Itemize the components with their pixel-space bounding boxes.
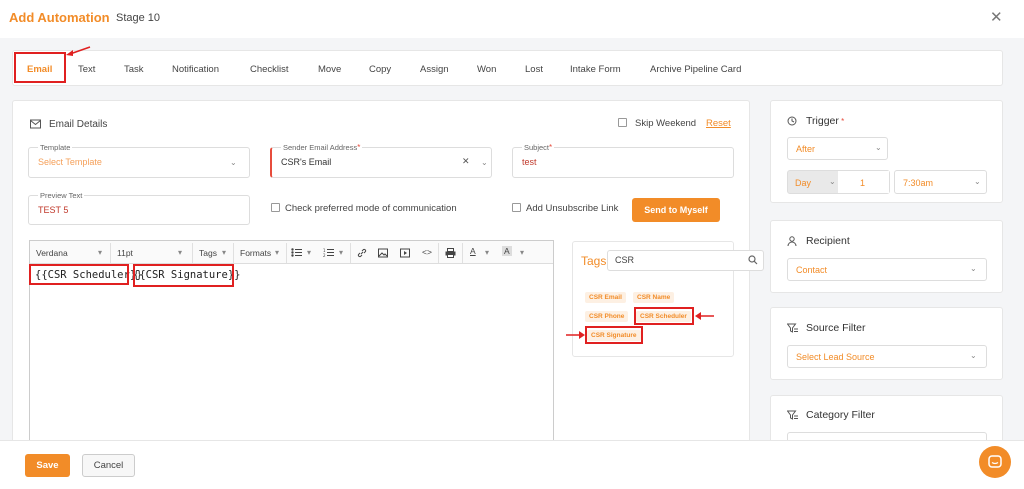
chevron-down-icon: ⌄	[829, 177, 836, 186]
chevron-down-icon: ⌄	[970, 264, 977, 273]
tab-assign[interactable]: Assign	[420, 64, 449, 75]
chat-launcher-button[interactable]	[979, 446, 1011, 478]
cancel-button[interactable]: Cancel	[82, 454, 135, 477]
filter-icon	[787, 323, 798, 333]
svg-text:2: 2	[323, 253, 326, 257]
tab-notification[interactable]: Notification	[172, 64, 219, 75]
chevron-down-icon: ▾	[178, 248, 183, 257]
template-label: Template	[38, 143, 73, 152]
chevron-down-icon: ▾	[222, 248, 227, 257]
send-to-myself-button[interactable]: Send to Myself	[632, 198, 720, 222]
background-color-icon[interactable]: A	[502, 246, 512, 256]
annotation-arrow-icon	[66, 46, 91, 56]
tab-checklist[interactable]: Checklist	[250, 64, 289, 75]
text-color-icon[interactable]: A	[470, 246, 476, 256]
skip-weekend-checkbox[interactable]	[618, 118, 627, 127]
formats-menu[interactable]: Formats	[240, 248, 271, 258]
tab-task[interactable]: Task	[124, 64, 144, 75]
link-icon[interactable]	[357, 248, 367, 258]
image-icon[interactable]	[378, 248, 388, 258]
source-filter-card	[770, 307, 1003, 380]
tag-csr-email[interactable]: CSR Email	[585, 292, 626, 303]
lead-source-placeholder: Select Lead Source	[796, 352, 875, 362]
chevron-down-icon: ▾	[520, 248, 525, 257]
source-filter-title: Source Filter	[806, 322, 866, 334]
annotation-box-scheduler	[29, 264, 129, 285]
annotation-box-email-tab	[14, 52, 66, 83]
chevron-down-icon: ⌄	[230, 158, 237, 167]
annotation-arrow-icon	[566, 331, 585, 339]
preview-text-label: Preview Text	[38, 191, 85, 200]
trigger-time-value: 7:30am	[903, 178, 934, 188]
modal-title: Add Automation	[9, 10, 110, 25]
tab-text[interactable]: Text	[78, 64, 95, 75]
chevron-down-icon: ⌄	[481, 158, 488, 167]
media-icon[interactable]	[400, 248, 410, 258]
chevron-down-icon: ⌄	[974, 177, 981, 186]
chevron-down-icon: ▾	[485, 248, 490, 257]
modal-footer	[0, 440, 1024, 489]
close-icon[interactable]: ✕	[990, 8, 1003, 26]
annotation-box-tag-signature	[585, 326, 643, 344]
trigger-title: Trigger *	[806, 115, 845, 127]
recipient-card	[770, 220, 1003, 293]
tags-panel-title: Tags	[581, 254, 607, 268]
font-size-select[interactable]: 11pt	[117, 248, 133, 258]
template-placeholder: Select Template	[38, 157, 102, 167]
preferred-mode-label: Check preferred mode of communication	[285, 203, 457, 214]
action-tabs: Email Text Task Notification Checklist M…	[12, 50, 1003, 86]
clock-icon	[787, 116, 797, 126]
tab-intake-form[interactable]: Intake Form	[570, 64, 621, 75]
chat-icon	[988, 455, 1002, 468]
annotation-arrow-icon	[695, 312, 714, 320]
chevron-down-icon: ⌄	[875, 143, 882, 152]
annotation-box-signature	[133, 264, 234, 287]
trigger-count-value: 1	[860, 178, 866, 188]
numbered-list-icon[interactable]: 12	[323, 248, 334, 257]
code-icon[interactable]: <>	[422, 247, 432, 257]
tags-menu[interactable]: Tags	[199, 248, 217, 258]
category-filter-title: Category Filter	[806, 409, 875, 421]
user-icon	[787, 236, 797, 246]
skip-weekend-label: Skip Weekend	[635, 118, 697, 129]
clear-icon[interactable]: ✕	[462, 156, 470, 167]
sender-email-value: CSR's Email	[281, 157, 332, 167]
chevron-down-icon: ▾	[275, 248, 280, 257]
recipient-value: Contact	[796, 265, 828, 275]
tab-move[interactable]: Move	[318, 64, 341, 75]
bullet-list-icon[interactable]	[291, 248, 302, 257]
tab-lost[interactable]: Lost	[525, 64, 543, 75]
tab-won[interactable]: Won	[477, 64, 496, 75]
annotation-box-tag-scheduler	[634, 307, 694, 325]
filter-icon	[787, 410, 798, 420]
font-family-select[interactable]: Verdana	[36, 248, 68, 258]
subject-value: test	[522, 157, 537, 167]
sender-email-label: Sender Email Address*	[281, 143, 363, 152]
tag-csr-name[interactable]: CSR Name	[633, 292, 675, 303]
trigger-unit-select[interactable]: Day	[795, 178, 811, 188]
save-button[interactable]: Save	[25, 454, 70, 477]
mail-icon	[30, 119, 41, 129]
recipient-title: Recipient	[806, 235, 850, 247]
reset-link[interactable]: Reset	[706, 118, 731, 129]
subject-label: Subject*	[522, 143, 555, 152]
email-details-title: Email Details	[49, 119, 108, 130]
tag-search-value: CSR	[615, 255, 635, 265]
search-icon[interactable]	[748, 255, 758, 265]
trigger-when-value: After	[796, 144, 816, 154]
chevron-down-icon: ⌄	[970, 351, 977, 360]
unsubscribe-checkbox[interactable]	[512, 203, 521, 212]
tab-archive-pipeline-card[interactable]: Archive Pipeline Card	[650, 64, 741, 75]
stage-label: Stage 10	[116, 12, 161, 24]
print-icon[interactable]	[445, 248, 456, 258]
chevron-down-icon: ▾	[339, 248, 344, 257]
preferred-mode-checkbox[interactable]	[271, 203, 280, 212]
tag-csr-phone[interactable]: CSR Phone	[585, 311, 629, 322]
chevron-down-icon: ▾	[307, 248, 312, 257]
tab-copy[interactable]: Copy	[369, 64, 391, 75]
chevron-down-icon: ▾	[98, 248, 103, 257]
preview-text-value: TEST 5	[38, 205, 69, 215]
unsubscribe-label: Add Unsubscribe Link	[526, 203, 619, 214]
